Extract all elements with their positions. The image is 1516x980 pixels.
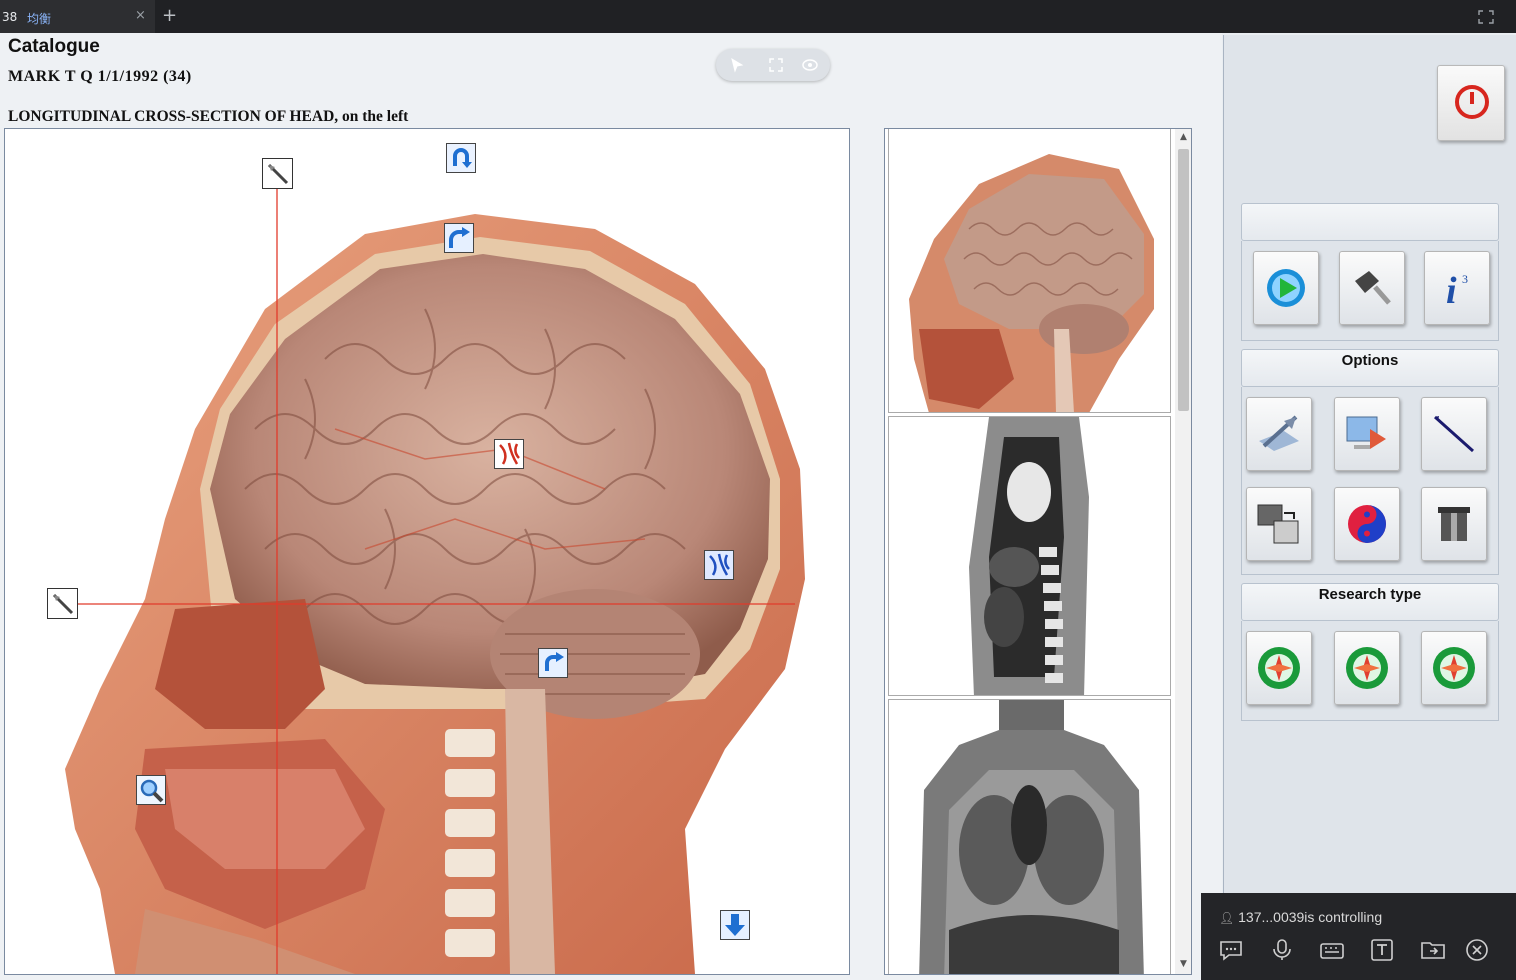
photo-compare-button[interactable] (1246, 487, 1312, 561)
power-button[interactable] (1437, 65, 1505, 141)
main-anatomy-view[interactable] (4, 128, 850, 975)
tab-number: 38 (2, 10, 18, 24)
remote-status: 👤︎ 137...0039is controlling (1219, 909, 1382, 925)
container-icon (1438, 507, 1470, 541)
head-sagittal-thumbnail[interactable] (888, 129, 1171, 413)
rotate-marker-neck[interactable] (538, 648, 568, 678)
chat-icon[interactable] (1218, 938, 1244, 962)
monitor-export-icon (1346, 416, 1386, 449)
research-clock-icon-2 (1346, 647, 1388, 689)
quill-document-icon (1259, 415, 1299, 451)
magnify-tool-button[interactable] (1339, 251, 1405, 325)
fullscreen-icon[interactable] (767, 56, 785, 74)
research-clock-icon-3 (1433, 647, 1475, 689)
tab-close-icon[interactable]: × (135, 8, 146, 23)
research-type-1-button[interactable] (1246, 631, 1312, 705)
research-group-header: Research type (1241, 583, 1499, 621)
info-icon: i3 (1446, 270, 1468, 311)
patient-info: MARK T Q 1/1/1992 (34) (8, 68, 192, 85)
torso-mri-coronal-thumbnail[interactable] (888, 699, 1171, 974)
yin-yang-button[interactable] (1334, 487, 1400, 561)
info-button[interactable]: i3 (1424, 251, 1490, 325)
vessel-marker[interactable] (494, 439, 524, 469)
user-icon: 👤︎ (1219, 911, 1235, 925)
text-icon[interactable] (1369, 938, 1395, 962)
options-label: Options (1341, 352, 1399, 369)
new-tab-button[interactable]: + (162, 5, 177, 26)
thumbnail-scrollbar[interactable]: ▲ ▼ (1175, 129, 1191, 974)
vessel-marker-blue[interactable] (704, 550, 734, 580)
research-group (1241, 621, 1499, 721)
scalpel-marker-horizontal[interactable] (47, 588, 78, 619)
svg-text:3: 3 (1462, 272, 1468, 286)
catalogue-area: Catalogue MARK T Q 1/1/1992 (34) LONGITU… (0, 33, 1222, 980)
scroll-thumb[interactable] (1178, 149, 1189, 411)
tools-group: i3 (1241, 241, 1499, 341)
tools-group-header (1241, 203, 1499, 241)
close-circle-icon[interactable] (1464, 938, 1490, 962)
photo-compare-icon (1257, 504, 1299, 544)
remote-control-bar: 👤︎ 137...0039is controlling (1201, 893, 1516, 980)
floating-toolbar (716, 49, 830, 81)
thumbnail-panel: ▲ ▼ (884, 128, 1192, 975)
rotate-marker-top[interactable] (446, 143, 476, 173)
options-group (1241, 387, 1499, 575)
spine-mri-sagittal-thumbnail[interactable] (888, 416, 1171, 696)
svg-text:i: i (1446, 270, 1457, 311)
redo-marker[interactable] (444, 223, 474, 253)
microphone-icon[interactable] (1269, 938, 1295, 962)
quill-document-button[interactable] (1246, 397, 1312, 471)
research-clock-icon-1 (1258, 647, 1300, 689)
eye-icon[interactable] (801, 56, 819, 74)
keyboard-icon[interactable] (1319, 938, 1345, 962)
scroll-up-icon[interactable]: ▲ (1178, 132, 1189, 143)
window-fullscreen-icon[interactable] (1478, 9, 1494, 24)
probe-button[interactable] (1421, 397, 1487, 471)
yin-yang-icon (1348, 505, 1386, 543)
anatomy-app-window: Catalogue MARK T Q 1/1/1992 (34) LONGITU… (0, 33, 1516, 980)
container-button[interactable] (1421, 487, 1487, 561)
tab-title: 均衡 (27, 12, 52, 26)
research-type-label: Research type (1318, 586, 1422, 603)
remote-tab-bar: 38 均衡 × + (0, 0, 1516, 33)
session-tab[interactable]: 38 均衡 × (0, 0, 155, 33)
options-group-header: Options (1241, 349, 1499, 387)
remote-status-text: 137...0039is controlling (1238, 909, 1383, 925)
research-type-2-button[interactable] (1334, 631, 1400, 705)
section-title: LONGITUDINAL CROSS-SECTION OF HEAD, on t… (8, 108, 409, 125)
magnify-tool-icon (1355, 271, 1391, 305)
control-panel: i3 Options Research type (1223, 35, 1516, 980)
magnifier-marker[interactable] (136, 775, 166, 805)
scroll-down-icon[interactable]: ▼ (1178, 959, 1189, 970)
down-arrow-marker[interactable] (720, 910, 750, 940)
research-type-3-button[interactable] (1421, 631, 1487, 705)
monitor-export-button[interactable] (1334, 397, 1400, 471)
probe-icon (1433, 415, 1475, 453)
play-button[interactable] (1253, 251, 1319, 325)
scalpel-marker-vertical[interactable] (262, 158, 293, 189)
page-title: Catalogue (8, 36, 100, 57)
pointer-icon[interactable] (728, 56, 746, 74)
play-icon (1267, 269, 1305, 307)
folder-transfer-icon[interactable] (1420, 938, 1446, 962)
